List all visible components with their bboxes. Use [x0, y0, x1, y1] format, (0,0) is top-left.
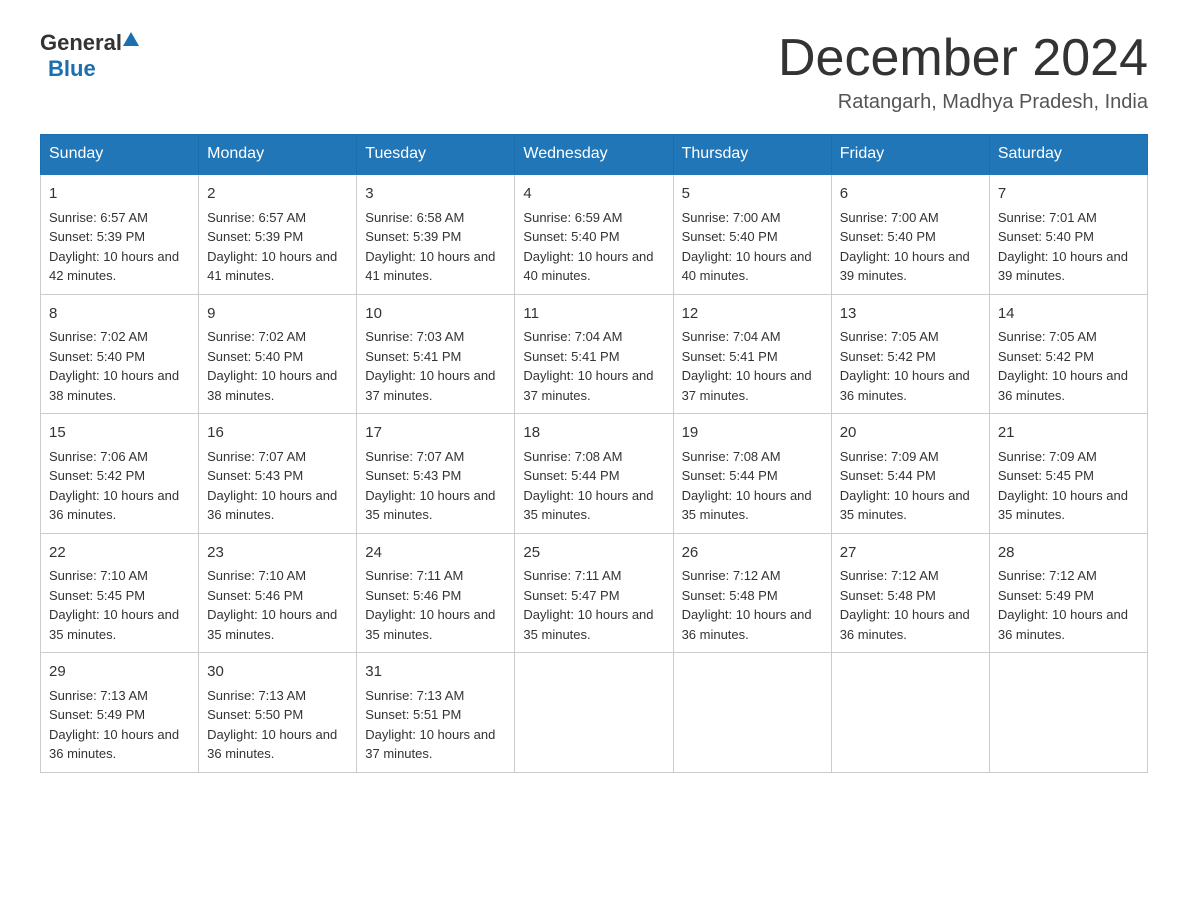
day-number: 7: [998, 183, 1139, 206]
day-number: 8: [49, 303, 190, 326]
day-cell: 12Sunrise: 7:04 AMSunset: 5:41 PMDayligh…: [673, 294, 831, 414]
day-number: 1: [49, 183, 190, 206]
day-cell: 8Sunrise: 7:02 AMSunset: 5:40 PMDaylight…: [41, 294, 199, 414]
day-cell: 13Sunrise: 7:05 AMSunset: 5:42 PMDayligh…: [831, 294, 989, 414]
header-cell-tuesday: Tuesday: [357, 135, 515, 175]
header-cell-monday: Monday: [199, 135, 357, 175]
day-number: 25: [523, 542, 664, 565]
header-row: SundayMondayTuesdayWednesdayThursdayFrid…: [41, 135, 1148, 175]
day-cell: [831, 653, 989, 773]
day-cell: 22Sunrise: 7:10 AMSunset: 5:45 PMDayligh…: [41, 533, 199, 653]
month-year-title: December 2024: [778, 30, 1148, 87]
day-cell: 18Sunrise: 7:08 AMSunset: 5:44 PMDayligh…: [515, 414, 673, 534]
day-cell: 26Sunrise: 7:12 AMSunset: 5:48 PMDayligh…: [673, 533, 831, 653]
day-cell: 21Sunrise: 7:09 AMSunset: 5:45 PMDayligh…: [989, 414, 1147, 534]
day-cell: 20Sunrise: 7:09 AMSunset: 5:44 PMDayligh…: [831, 414, 989, 534]
day-number: 22: [49, 542, 190, 565]
day-cell: 5Sunrise: 7:00 AMSunset: 5:40 PMDaylight…: [673, 174, 831, 294]
day-cell: [989, 653, 1147, 773]
day-number: 27: [840, 542, 981, 565]
day-cell: 6Sunrise: 7:00 AMSunset: 5:40 PMDaylight…: [831, 174, 989, 294]
day-number: 14: [998, 303, 1139, 326]
week-row-4: 22Sunrise: 7:10 AMSunset: 5:45 PMDayligh…: [41, 533, 1148, 653]
day-number: 24: [365, 542, 506, 565]
header-cell-wednesday: Wednesday: [515, 135, 673, 175]
day-cell: [673, 653, 831, 773]
day-cell: 15Sunrise: 7:06 AMSunset: 5:42 PMDayligh…: [41, 414, 199, 534]
day-number: 31: [365, 661, 506, 684]
day-cell: 1Sunrise: 6:57 AMSunset: 5:39 PMDaylight…: [41, 174, 199, 294]
day-cell: 11Sunrise: 7:04 AMSunset: 5:41 PMDayligh…: [515, 294, 673, 414]
day-number: 4: [523, 183, 664, 206]
logo-general-text: General: [40, 30, 122, 56]
day-cell: 30Sunrise: 7:13 AMSunset: 5:50 PMDayligh…: [199, 653, 357, 773]
day-number: 18: [523, 422, 664, 445]
week-row-2: 8Sunrise: 7:02 AMSunset: 5:40 PMDaylight…: [41, 294, 1148, 414]
day-number: 15: [49, 422, 190, 445]
day-number: 11: [523, 303, 664, 326]
header-cell-thursday: Thursday: [673, 135, 831, 175]
day-number: 3: [365, 183, 506, 206]
day-number: 17: [365, 422, 506, 445]
day-cell: 25Sunrise: 7:11 AMSunset: 5:47 PMDayligh…: [515, 533, 673, 653]
calendar-header: SundayMondayTuesdayWednesdayThursdayFrid…: [41, 135, 1148, 175]
day-number: 12: [682, 303, 823, 326]
day-cell: 4Sunrise: 6:59 AMSunset: 5:40 PMDaylight…: [515, 174, 673, 294]
day-number: 9: [207, 303, 348, 326]
day-cell: [515, 653, 673, 773]
header-cell-friday: Friday: [831, 135, 989, 175]
day-cell: 7Sunrise: 7:01 AMSunset: 5:40 PMDaylight…: [989, 174, 1147, 294]
week-row-3: 15Sunrise: 7:06 AMSunset: 5:42 PMDayligh…: [41, 414, 1148, 534]
day-cell: 14Sunrise: 7:05 AMSunset: 5:42 PMDayligh…: [989, 294, 1147, 414]
logo-blue-text: Blue: [48, 56, 96, 81]
day-number: 26: [682, 542, 823, 565]
day-number: 23: [207, 542, 348, 565]
day-number: 10: [365, 303, 506, 326]
day-cell: 23Sunrise: 7:10 AMSunset: 5:46 PMDayligh…: [199, 533, 357, 653]
day-cell: 10Sunrise: 7:03 AMSunset: 5:41 PMDayligh…: [357, 294, 515, 414]
header-cell-saturday: Saturday: [989, 135, 1147, 175]
day-cell: 9Sunrise: 7:02 AMSunset: 5:40 PMDaylight…: [199, 294, 357, 414]
day-number: 28: [998, 542, 1139, 565]
day-number: 21: [998, 422, 1139, 445]
day-number: 13: [840, 303, 981, 326]
day-cell: 17Sunrise: 7:07 AMSunset: 5:43 PMDayligh…: [357, 414, 515, 534]
calendar-table: SundayMondayTuesdayWednesdayThursdayFrid…: [40, 134, 1148, 773]
header-cell-sunday: Sunday: [41, 135, 199, 175]
page-header: General Blue December 2024 Ratangarh, Ma…: [40, 30, 1148, 114]
day-number: 29: [49, 661, 190, 684]
day-cell: 2Sunrise: 6:57 AMSunset: 5:39 PMDaylight…: [199, 174, 357, 294]
day-number: 16: [207, 422, 348, 445]
day-cell: 3Sunrise: 6:58 AMSunset: 5:39 PMDaylight…: [357, 174, 515, 294]
day-cell: 28Sunrise: 7:12 AMSunset: 5:49 PMDayligh…: [989, 533, 1147, 653]
logo-triangle-icon: [122, 30, 140, 48]
day-cell: 19Sunrise: 7:08 AMSunset: 5:44 PMDayligh…: [673, 414, 831, 534]
day-number: 19: [682, 422, 823, 445]
week-row-5: 29Sunrise: 7:13 AMSunset: 5:49 PMDayligh…: [41, 653, 1148, 773]
day-cell: 29Sunrise: 7:13 AMSunset: 5:49 PMDayligh…: [41, 653, 199, 773]
title-area: December 2024 Ratangarh, Madhya Pradesh,…: [778, 30, 1148, 114]
day-number: 6: [840, 183, 981, 206]
week-row-1: 1Sunrise: 6:57 AMSunset: 5:39 PMDaylight…: [41, 174, 1148, 294]
day-number: 5: [682, 183, 823, 206]
day-number: 30: [207, 661, 348, 684]
day-cell: 27Sunrise: 7:12 AMSunset: 5:48 PMDayligh…: [831, 533, 989, 653]
day-cell: 24Sunrise: 7:11 AMSunset: 5:46 PMDayligh…: [357, 533, 515, 653]
day-cell: 31Sunrise: 7:13 AMSunset: 5:51 PMDayligh…: [357, 653, 515, 773]
day-number: 20: [840, 422, 981, 445]
calendar-body: 1Sunrise: 6:57 AMSunset: 5:39 PMDaylight…: [41, 174, 1148, 772]
logo: General Blue: [40, 30, 140, 82]
day-number: 2: [207, 183, 348, 206]
location-subtitle: Ratangarh, Madhya Pradesh, India: [778, 91, 1148, 114]
day-cell: 16Sunrise: 7:07 AMSunset: 5:43 PMDayligh…: [199, 414, 357, 534]
